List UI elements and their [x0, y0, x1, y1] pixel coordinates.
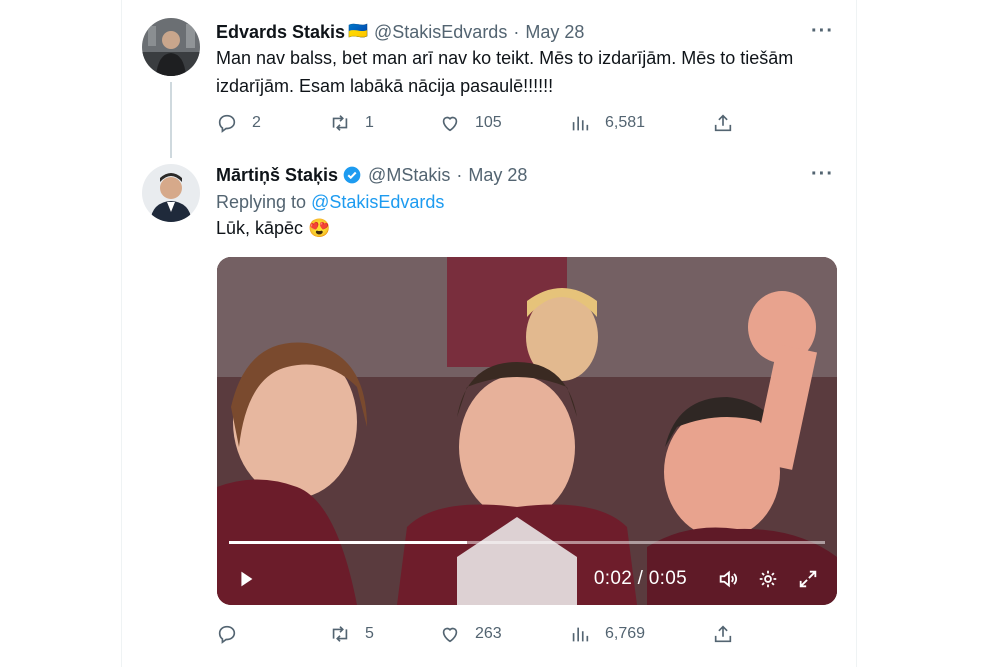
tweet-header: Edvards Stakis 🇺🇦 @StakisEdvards · May 2… — [216, 21, 584, 43]
reply-count: 2 — [252, 114, 261, 131]
retweet-icon — [332, 115, 348, 131]
reply-button[interactable]: 2 — [216, 112, 329, 134]
views-icon — [572, 627, 589, 642]
tweet-2[interactable]: Mārtiņš Staķis @MStakis · May 28 ··· Rep… — [122, 160, 856, 667]
video-progress[interactable] — [229, 541, 825, 544]
like-button[interactable]: 105 — [439, 112, 569, 134]
retweet-button[interactable]: 1 — [329, 112, 439, 134]
reply-button[interactable] — [216, 623, 329, 645]
views-count: 6,581 — [605, 114, 646, 131]
views-button[interactable]: 6,581 — [569, 112, 712, 134]
tweet-text: Lūk, kāpēc 😍 — [216, 218, 331, 238]
replying-to: Replying to @StakisEdvards — [216, 191, 444, 213]
retweet-count: 1 — [365, 114, 374, 131]
author-handle[interactable]: @StakisEdvards — [374, 21, 507, 43]
thread-line — [170, 82, 172, 158]
separator-dot: · — [456, 165, 463, 185]
video-player[interactable]: 0:02 / 0:05 — [217, 257, 837, 605]
volume-icon[interactable] — [713, 564, 743, 594]
retweet-button[interactable]: 5 — [329, 623, 439, 645]
like-icon — [442, 627, 458, 643]
reply-icon — [218, 625, 236, 644]
fullscreen-icon[interactable] — [793, 564, 823, 594]
avatar[interactable] — [142, 164, 200, 222]
like-count: 263 — [475, 625, 502, 642]
tweet-date[interactable]: May 28 — [525, 21, 584, 43]
replying-prefix: Replying to — [216, 192, 307, 212]
more-icon[interactable]: ··· — [811, 20, 834, 43]
play-icon[interactable] — [231, 564, 261, 594]
retweet-count: 5 — [365, 625, 374, 642]
flag-emoji: 🇺🇦 — [348, 23, 368, 40]
tweet-1[interactable]: Edvards Stakis 🇺🇦 @StakisEdvards · May 2… — [122, 0, 856, 160]
settings-icon[interactable] — [753, 564, 783, 594]
share-button[interactable] — [712, 623, 734, 645]
retweet-icon — [332, 626, 348, 642]
verified-icon — [342, 165, 362, 185]
author-name[interactable]: Mārtiņš Staķis — [216, 164, 338, 186]
views-count: 6,769 — [605, 625, 646, 642]
reply-icon — [218, 114, 236, 133]
tweet-date[interactable]: May 28 — [468, 164, 527, 186]
separator-dot: · — [513, 22, 520, 42]
tweet-header: Mārtiņš Staķis @MStakis · May 28 — [216, 164, 527, 186]
more-icon[interactable]: ··· — [811, 163, 834, 186]
like-icon — [442, 116, 458, 132]
share-icon — [714, 114, 732, 132]
author-handle[interactable]: @MStakis — [368, 164, 450, 186]
views-icon — [572, 116, 589, 131]
avatar[interactable] — [142, 18, 200, 76]
share-button[interactable] — [712, 112, 734, 134]
video-progress-fill — [229, 541, 468, 544]
author-name[interactable]: Edvards Stakis — [216, 21, 345, 43]
video-controls: 0:02 / 0:05 — [217, 553, 837, 605]
timeline-card: Edvards Stakis 🇺🇦 @StakisEdvards · May 2… — [121, 0, 857, 667]
like-button[interactable]: 263 — [439, 623, 569, 645]
views-button[interactable]: 6,769 — [569, 623, 712, 645]
share-icon — [714, 625, 732, 643]
tweet-text: Man nav balss, bet man arī nav ko teikt.… — [216, 48, 794, 96]
video-time: 0:02 / 0:05 — [593, 568, 687, 589]
tweet-actions: 2 1 105 6,581 — [216, 110, 756, 136]
like-count: 105 — [475, 114, 502, 131]
tweet-actions: 5 263 6,769 — [216, 621, 756, 647]
replying-handle[interactable]: @StakisEdvards — [311, 192, 444, 212]
